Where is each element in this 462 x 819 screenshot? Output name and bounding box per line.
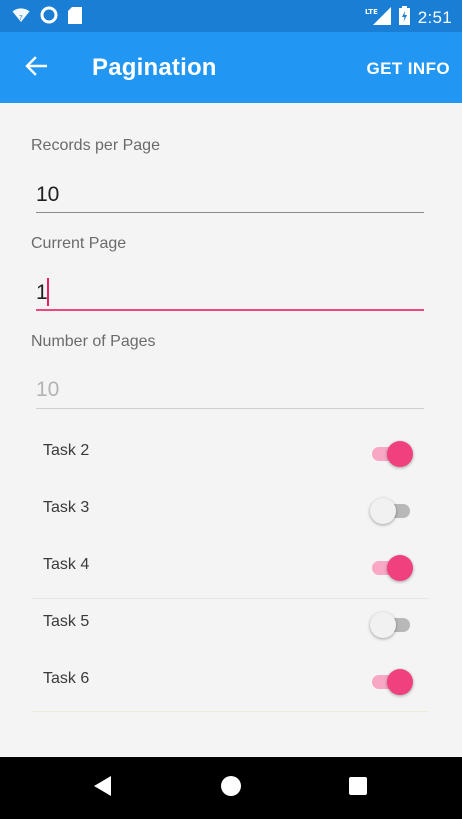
page-title: Pagination: [92, 54, 217, 81]
back-button[interactable]: [18, 50, 54, 86]
records-per-page-label: Records per Page: [31, 137, 160, 154]
task-switch[interactable]: [370, 497, 414, 525]
task-switch[interactable]: [370, 668, 414, 696]
task-row: Task 2: [31, 426, 429, 483]
records-per-page-underline: [36, 212, 424, 213]
text-cursor: [47, 278, 49, 306]
battery-icon: [398, 6, 410, 30]
current-page-underline: [36, 309, 424, 311]
task-row: Task 4: [31, 540, 429, 597]
svg-text:?: ?: [19, 14, 23, 22]
arrow-left-icon: [25, 55, 48, 81]
content-area: Records per Page Current Page Number of …: [0, 103, 462, 757]
task-row: Task 5: [31, 597, 429, 654]
wifi-icon: ?: [12, 7, 30, 28]
task-label: Task 3: [43, 499, 90, 516]
task-switch[interactable]: [370, 611, 414, 639]
task-label: Task 4: [43, 556, 90, 573]
circle-icon: [40, 6, 58, 29]
current-page-input[interactable]: [36, 276, 424, 310]
row-divider: [31, 711, 429, 712]
task-switch[interactable]: [370, 554, 414, 582]
status-bar: ? LTE 2:51: [0, 0, 462, 32]
nav-back-button[interactable]: [90, 775, 114, 802]
back-triangle-icon: [92, 775, 112, 802]
recents-square-icon: [348, 776, 368, 801]
task-row: Task 3: [31, 483, 429, 540]
records-per-page-input[interactable]: [36, 178, 424, 212]
task-switch[interactable]: [370, 440, 414, 468]
task-row: Task 6: [31, 654, 429, 711]
network-label: LTE: [365, 8, 378, 16]
app-bar: Pagination GET INFO: [0, 32, 462, 103]
number-of-pages-label: Number of Pages: [31, 333, 156, 350]
navigation-bar: [0, 757, 462, 819]
task-label: Task 5: [43, 613, 90, 630]
nav-home-button[interactable]: [219, 775, 243, 802]
home-circle-icon: [220, 775, 242, 802]
nav-recents-button[interactable]: [346, 776, 370, 800]
signal-icon: LTE: [365, 6, 391, 30]
status-time: 2:51: [417, 8, 452, 27]
number-of-pages-underline: [36, 408, 424, 409]
current-page-label: Current Page: [31, 235, 127, 252]
number-of-pages-input: [36, 373, 424, 407]
get-info-button[interactable]: GET INFO: [367, 59, 450, 79]
task-label: Task 6: [43, 670, 90, 687]
sd-card-icon: [68, 6, 82, 29]
task-label: Task 2: [43, 442, 90, 459]
